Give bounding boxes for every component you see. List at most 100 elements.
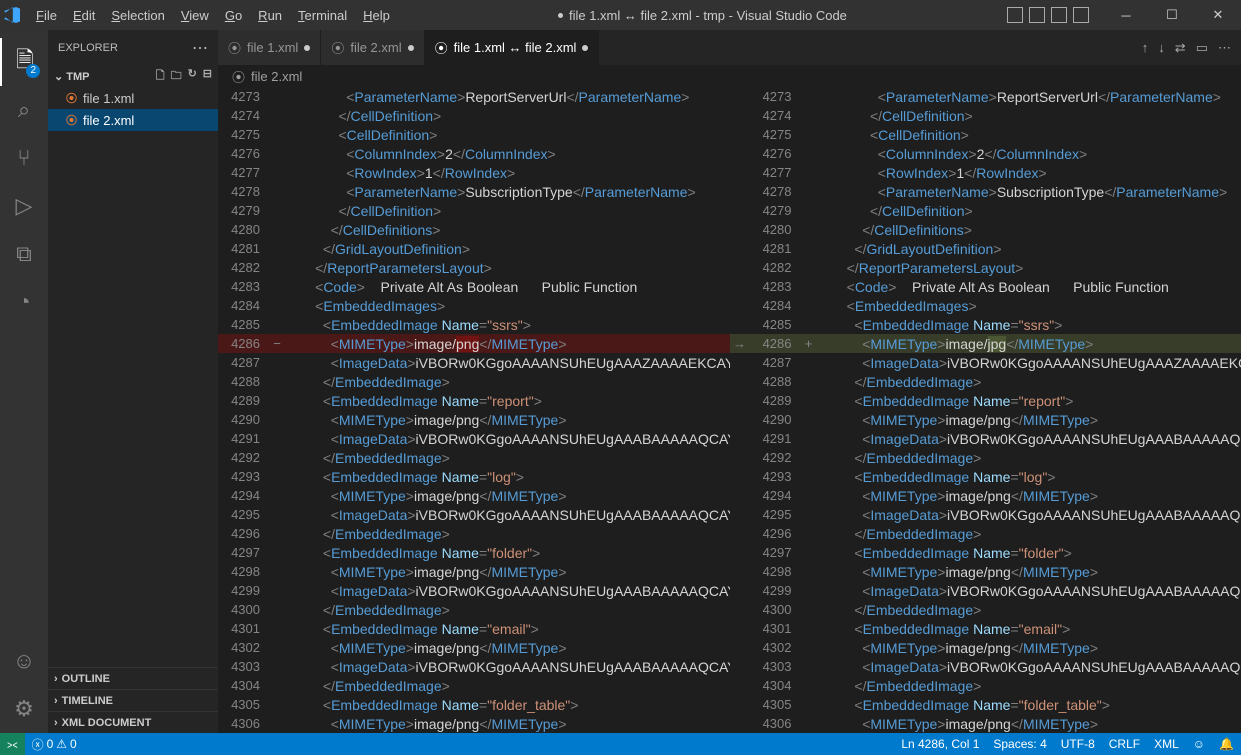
code-content[interactable]: <CellDefinition> bbox=[284, 127, 730, 143]
code-content[interactable]: </ReportParametersLayout> bbox=[816, 260, 1241, 276]
maximize-button[interactable]: ☐ bbox=[1149, 0, 1195, 30]
code-line[interactable]: 4289 <EmbeddedImage Name="report"> bbox=[730, 391, 1241, 410]
code-content[interactable]: <ColumnIndex>2</ColumnIndex> bbox=[284, 146, 730, 162]
new-folder-button[interactable]: 🗀 bbox=[171, 67, 182, 86]
code-line[interactable]: 4282 </ReportParametersLayout> bbox=[730, 258, 1241, 277]
code-content[interactable]: <Code> Private Alt As Boolean Public Fun… bbox=[284, 279, 730, 295]
code-line[interactable]: 4296 </EmbeddedImage> bbox=[730, 524, 1241, 543]
code-content[interactable]: <CellDefinition> bbox=[816, 127, 1241, 143]
code-content[interactable]: <ImageData>iVBORw0KGgoAAAANSUhEUgAAABAAA… bbox=[816, 431, 1241, 447]
code-line[interactable]: 4277 <RowIndex>1</RowIndex> bbox=[730, 163, 1241, 182]
code-content[interactable]: <ParameterName>SubscriptionType</Paramet… bbox=[284, 184, 730, 200]
code-line[interactable]: 4298 <MIMEType>image/png</MIMEType> bbox=[218, 562, 730, 581]
code-line[interactable]: 4279 </CellDefinition> bbox=[218, 201, 730, 220]
code-content[interactable]: </CellDefinitions> bbox=[284, 222, 730, 238]
code-content[interactable]: <ParameterName>SubscriptionType</Paramet… bbox=[816, 184, 1241, 200]
code-line[interactable]: 4304 </EmbeddedImage> bbox=[730, 676, 1241, 695]
activity-explorer[interactable]: 🗎 2 bbox=[0, 38, 48, 86]
code-content[interactable]: <EmbeddedImages> bbox=[816, 298, 1241, 314]
minimize-button[interactable]: ─ bbox=[1103, 0, 1149, 30]
code-line[interactable]: 4277 <RowIndex>1</RowIndex> bbox=[218, 163, 730, 182]
code-line[interactable]: 4295 <ImageData>iVBORw0KGgoAAAANSUhEUgAA… bbox=[730, 505, 1241, 524]
code-line[interactable]: 4306 <MIMEType>image/png</MIMEType> bbox=[730, 714, 1241, 733]
code-line[interactable]: 4274 </CellDefinition> bbox=[218, 106, 730, 125]
code-line[interactable]: 4290 <MIMEType>image/png</MIMEType> bbox=[218, 410, 730, 429]
code-content[interactable]: </EmbeddedImage> bbox=[284, 678, 730, 694]
code-content[interactable]: </EmbeddedImage> bbox=[816, 602, 1241, 618]
code-line[interactable]: 4291 <ImageData>iVBORw0KGgoAAAANSUhEUgAA… bbox=[730, 429, 1241, 448]
layout-icon-3[interactable] bbox=[1051, 7, 1067, 23]
code-line[interactable]: 4302 <MIMEType>image/png</MIMEType> bbox=[730, 638, 1241, 657]
code-line[interactable]: 4296 </EmbeddedImage> bbox=[218, 524, 730, 543]
code-line[interactable]: 4278 <ParameterName>SubscriptionType</Pa… bbox=[730, 182, 1241, 201]
code-content[interactable]: <ImageData>iVBORw0KGgoAAAANSUhEUgAAABAAA… bbox=[284, 507, 730, 523]
code-line[interactable]: 4298 <MIMEType>image/png</MIMEType> bbox=[730, 562, 1241, 581]
code-line[interactable]: →4286+ <MIMEType>image/jpg</MIMEType> bbox=[730, 334, 1241, 353]
menu-selection[interactable]: Selection bbox=[103, 4, 172, 27]
code-content[interactable]: </EmbeddedImage> bbox=[816, 526, 1241, 542]
code-content[interactable]: </CellDefinition> bbox=[284, 108, 730, 124]
menu-view[interactable]: View bbox=[173, 4, 217, 27]
diff-editor[interactable]: 4273 <ParameterName>ReportServerUrl</Par… bbox=[218, 87, 1241, 733]
code-content[interactable]: <ImageData>iVBORw0KGgoAAAANSUhEUgAAABAAA… bbox=[816, 659, 1241, 675]
code-content[interactable]: <ColumnIndex>2</ColumnIndex> bbox=[816, 146, 1241, 162]
file-tree-item[interactable]: ⦿file 1.xml bbox=[48, 87, 218, 109]
code-content[interactable]: </CellDefinition> bbox=[284, 203, 730, 219]
code-content[interactable]: </EmbeddedImage> bbox=[284, 374, 730, 390]
code-line[interactable]: 4288 </EmbeddedImage> bbox=[218, 372, 730, 391]
code-line[interactable]: 4285 <EmbeddedImage Name="ssrs"> bbox=[730, 315, 1241, 334]
encoding[interactable]: UTF-8 bbox=[1054, 733, 1102, 755]
new-file-button[interactable]: 🗋 bbox=[156, 67, 165, 86]
code-line[interactable]: 4294 <MIMEType>image/png</MIMEType> bbox=[218, 486, 730, 505]
code-content[interactable]: <MIMEType>image/png</MIMEType> bbox=[816, 564, 1241, 580]
remote-button[interactable]: ⪥ bbox=[0, 733, 25, 755]
code-content[interactable]: </CellDefinition> bbox=[816, 108, 1241, 124]
code-content[interactable]: <EmbeddedImage Name="log"> bbox=[816, 469, 1241, 485]
feedback-button[interactable]: ☺ bbox=[1186, 733, 1212, 755]
code-line[interactable]: 4275 <CellDefinition> bbox=[218, 125, 730, 144]
code-content[interactable]: <MIMEType>image/png</MIMEType> bbox=[284, 564, 730, 580]
code-line[interactable]: 4282 </ReportParametersLayout> bbox=[218, 258, 730, 277]
code-content[interactable]: <MIMEType>image/png</MIMEType> bbox=[816, 716, 1241, 732]
code-line[interactable]: 4273 <ParameterName>ReportServerUrl</Par… bbox=[218, 87, 730, 106]
code-line[interactable]: 4305 <EmbeddedImage Name="folder_table"> bbox=[730, 695, 1241, 714]
code-content[interactable]: <MIMEType>image/png</MIMEType> bbox=[284, 336, 730, 352]
code-content[interactable]: </GridLayoutDefinition> bbox=[816, 241, 1241, 257]
code-content[interactable]: <EmbeddedImage Name="email"> bbox=[816, 621, 1241, 637]
editor-tab[interactable]: ⦿file 2.xml bbox=[321, 30, 424, 65]
code-line[interactable]: 4291 <ImageData>iVBORw0KGgoAAAANSUhEUgAA… bbox=[218, 429, 730, 448]
menu-run[interactable]: Run bbox=[250, 4, 290, 27]
code-line[interactable]: 4293 <EmbeddedImage Name="log"> bbox=[730, 467, 1241, 486]
code-content[interactable]: <ImageData>iVBORw0KGgoAAAANSUhEUgAAABAAA… bbox=[284, 431, 730, 447]
code-content[interactable]: </EmbeddedImage> bbox=[284, 602, 730, 618]
code-content[interactable]: <EmbeddedImage Name="report"> bbox=[284, 393, 730, 409]
eol[interactable]: CRLF bbox=[1102, 733, 1147, 755]
layout-icon-1[interactable] bbox=[1007, 7, 1023, 23]
code-line[interactable]: 4293 <EmbeddedImage Name="log"> bbox=[218, 467, 730, 486]
toggle-view-button[interactable]: ▭ bbox=[1196, 40, 1208, 56]
code-content[interactable]: <MIMEType>image/jpg</MIMEType> bbox=[816, 336, 1241, 352]
code-content[interactable]: <MIMEType>image/png</MIMEType> bbox=[284, 412, 730, 428]
code-line[interactable]: 4288 </EmbeddedImage> bbox=[730, 372, 1241, 391]
code-line[interactable]: 4301 <EmbeddedImage Name="email"> bbox=[218, 619, 730, 638]
code-line[interactable]: 4294 <MIMEType>image/png</MIMEType> bbox=[730, 486, 1241, 505]
code-line[interactable]: 4281 </GridLayoutDefinition> bbox=[218, 239, 730, 258]
code-content[interactable]: <EmbeddedImage Name="folder_table"> bbox=[284, 697, 730, 713]
code-line[interactable]: 4284 <EmbeddedImages> bbox=[218, 296, 730, 315]
code-line[interactable]: 4275 <CellDefinition> bbox=[730, 125, 1241, 144]
code-line[interactable]: 4300 </EmbeddedImage> bbox=[730, 600, 1241, 619]
code-content[interactable]: <EmbeddedImage Name="email"> bbox=[284, 621, 730, 637]
code-content[interactable]: </CellDefinition> bbox=[816, 203, 1241, 219]
code-content[interactable]: </EmbeddedImage> bbox=[284, 526, 730, 542]
code-content[interactable]: <Code> Private Alt As Boolean Public Fun… bbox=[816, 279, 1241, 295]
code-line[interactable]: 4297 <EmbeddedImage Name="folder"> bbox=[218, 543, 730, 562]
code-content[interactable]: </EmbeddedImage> bbox=[816, 450, 1241, 466]
refresh-button[interactable]: ↻ bbox=[188, 67, 197, 86]
editor-tab[interactable]: ⦿file 1.xml bbox=[218, 30, 321, 65]
layout-icon-4[interactable] bbox=[1073, 7, 1089, 23]
code-line[interactable]: 4284 <EmbeddedImages> bbox=[730, 296, 1241, 315]
prev-change-button[interactable]: ↑ bbox=[1142, 40, 1149, 55]
code-content[interactable]: </ReportParametersLayout> bbox=[284, 260, 730, 276]
code-content[interactable]: </EmbeddedImage> bbox=[284, 450, 730, 466]
sidebar-more-button[interactable]: ⋯ bbox=[192, 38, 208, 58]
